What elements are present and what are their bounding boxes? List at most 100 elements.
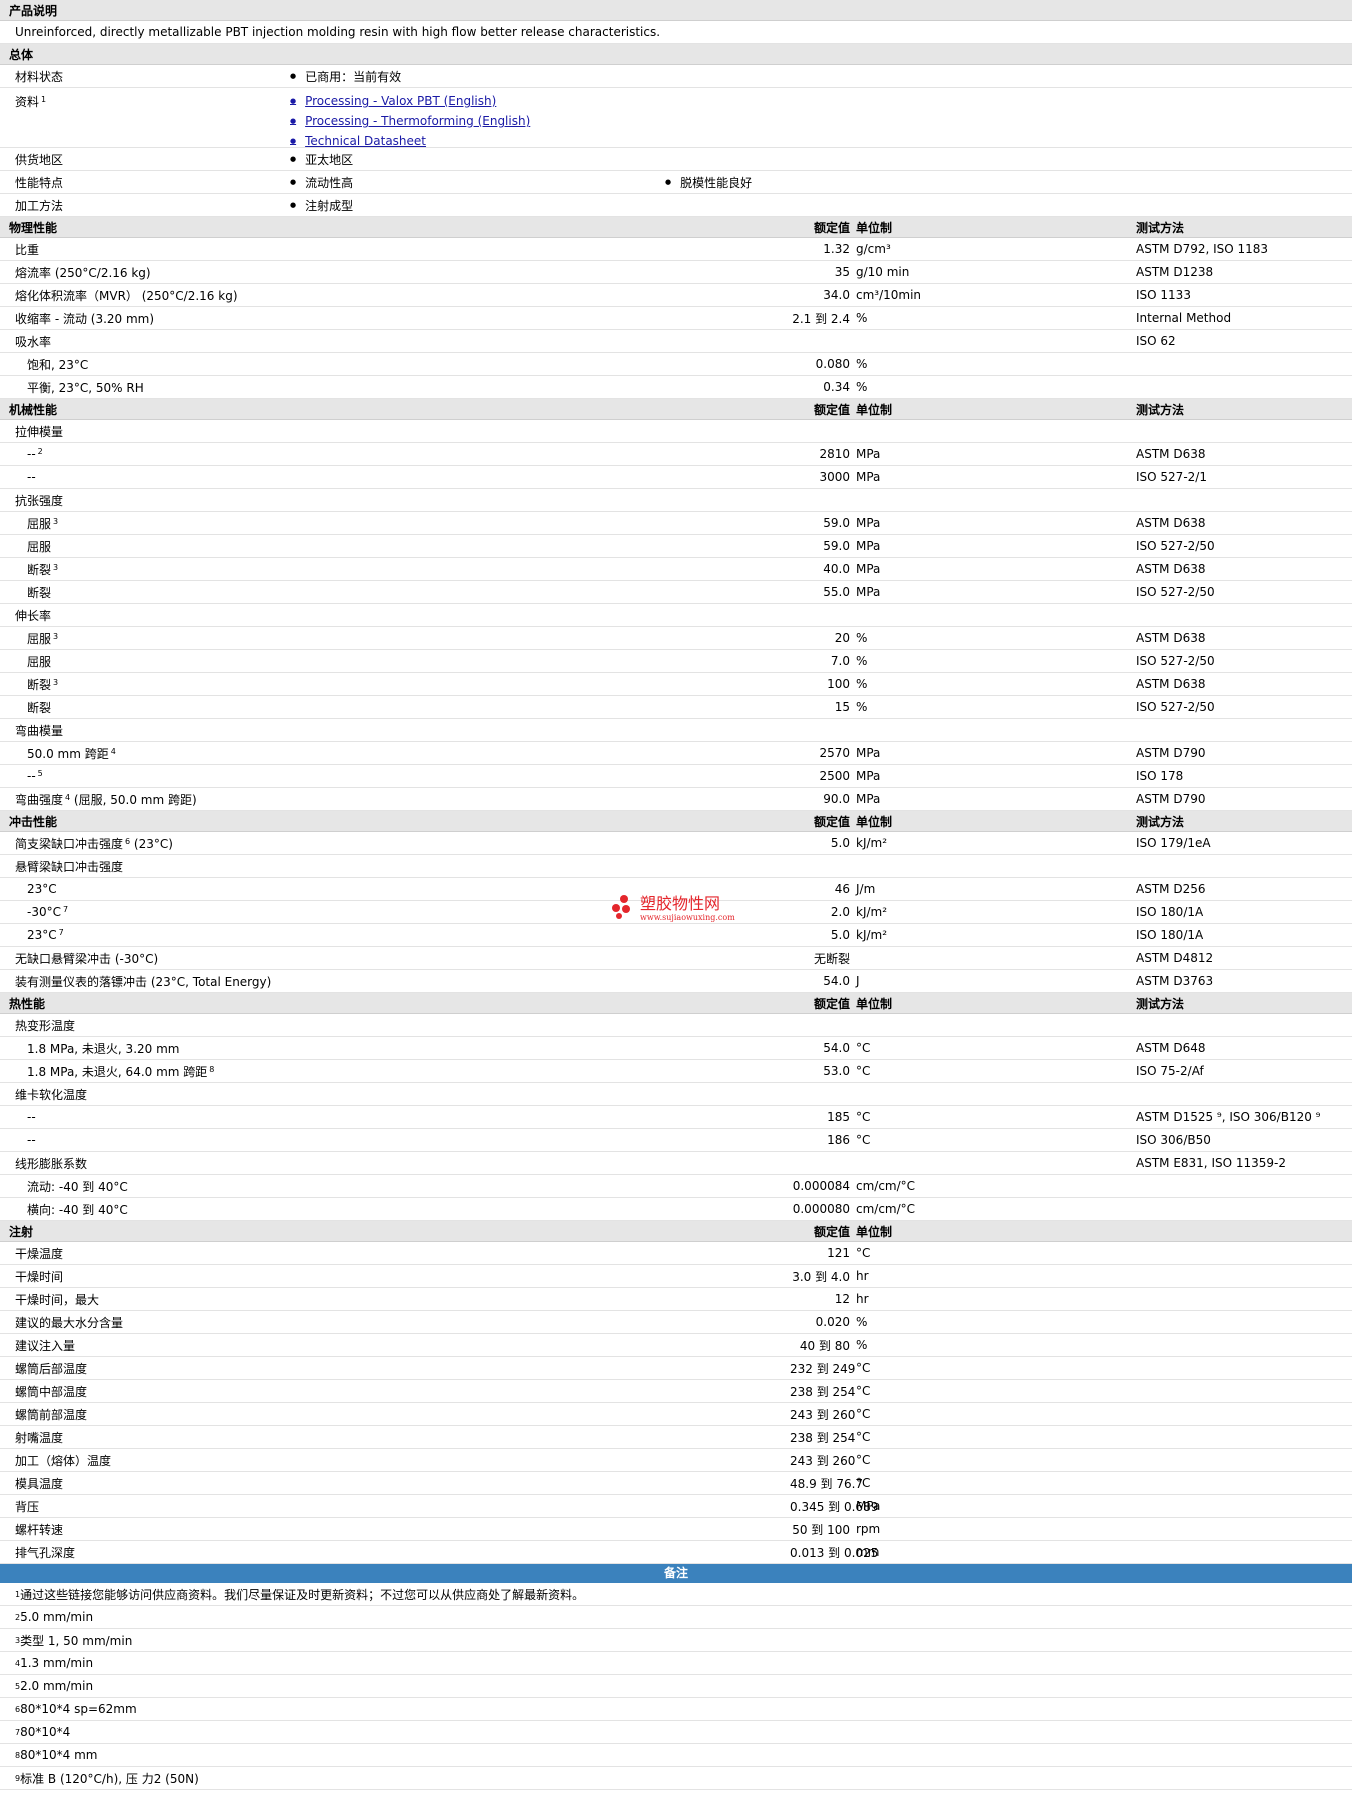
property-name: 收缩率 - 流动 (3.20 mm) — [15, 311, 155, 326]
note-text: 通过这些链接您能够访问供应商资料。我们尽量保证及时更新资料；不过您可以从供应商处… — [20, 1587, 585, 1602]
footnote-ref: 7 — [58, 928, 64, 937]
note-text: 80*10*4 sp=62mm — [20, 1702, 137, 1716]
property-value: 59.0 — [823, 516, 850, 530]
property-unit: % — [856, 677, 868, 691]
section-header-general: 总体 — [0, 44, 1352, 65]
property-row: 屈服 3 20% ASTM D638 — [0, 627, 1352, 650]
property-unit: kJ/m² — [856, 836, 888, 850]
property-name: 1.8 MPa, 未退火, 64.0 mm 跨距 8 — [27, 1064, 215, 1079]
property-name: 熔化体积流率（MVR） (250°C/2.16 kg) — [15, 288, 238, 303]
property-unit: % — [856, 700, 868, 714]
section-header: 冲击性能 额定值 单位制 测试方法 — [0, 811, 1352, 832]
property-unit: hr — [856, 1269, 869, 1283]
property-value: 185 — [827, 1110, 850, 1124]
general-value: 注射成型 — [290, 197, 353, 214]
section-title: 热性能 — [9, 996, 46, 1011]
footnote-ref: 2 — [37, 447, 43, 456]
section-title: 机械性能 — [9, 402, 58, 417]
general-label: 供货地区 — [15, 152, 64, 167]
property-value: 0.000080 — [792, 1202, 850, 1216]
property-name: 建议的最大水分含量 — [15, 1315, 124, 1330]
column-header-nominal: 额定值 — [813, 220, 850, 235]
link-processing-valox[interactable]: Processing - Valox PBT (English) — [290, 91, 530, 111]
property-row: 加工（熔体）温度 243 到 260 °C — [0, 1449, 1352, 1472]
property-row: -- 186 °C ISO 306/B50 — [0, 1129, 1352, 1152]
general-row-status: 材料状态 已商用：当前有效 — [0, 65, 1352, 88]
property-unit: g/cm³ — [856, 242, 891, 256]
property-row: 干燥温度 121 °C — [0, 1242, 1352, 1265]
property-value: 40 到 80 — [799, 1338, 850, 1353]
property-row: 螺杆转速 50 到 100 rpm — [0, 1518, 1352, 1541]
property-row: 拉伸模量 — [0, 420, 1352, 443]
property-value: 2.1 到 2.4 — [792, 311, 850, 326]
property-value: 34.0 — [823, 288, 850, 302]
property-name: 线形膨胀系数 — [15, 1156, 88, 1171]
property-unit: °C — [856, 1110, 871, 1124]
column-header-unit: 单位制 — [856, 814, 893, 829]
property-unit: % — [856, 654, 868, 668]
property-name: 排气孔深度 — [15, 1545, 76, 1560]
property-name: 热变形温度 — [15, 1018, 76, 1033]
property-row: 平衡, 23°C, 50% RH 0.34% — [0, 376, 1352, 399]
property-row: 弯曲强度 4 (屈服, 50.0 mm 跨距) 90.0 MPa ASTM D790 — [0, 788, 1352, 811]
property-value: 238 到 254 — [790, 1384, 856, 1399]
property-name: 干燥时间，最大 — [15, 1292, 100, 1307]
property-test-method: ASTM D256 — [1136, 882, 1206, 896]
property-unit: °C — [856, 1384, 871, 1398]
property-row: 伸长率 — [0, 604, 1352, 627]
property-test-method: ASTM D638 — [1136, 677, 1206, 691]
property-row: -- 5 2500 MPa ISO 178 — [0, 765, 1352, 788]
property-unit: hr — [856, 1292, 869, 1306]
property-row: 无缺口悬臂梁冲击 (-30°C) 无断裂 ASTM D4812 — [0, 947, 1352, 970]
property-name: 比重 — [15, 242, 40, 257]
property-test-method: ASTM D4812 — [1136, 951, 1214, 965]
link-processing-thermoforming[interactable]: Processing - Thermoforming (English) — [290, 111, 530, 131]
property-unit: °C — [856, 1361, 871, 1375]
property-test-method: ISO 527-2/50 — [1136, 700, 1215, 714]
note-text: 80*10*4 — [20, 1725, 71, 1739]
property-name: 螺筒中部温度 — [15, 1384, 88, 1399]
section-header: 物理性能 额定值 单位制 测试方法 — [0, 217, 1352, 238]
general-label: 加工方法 — [15, 198, 64, 213]
property-row: 抗张强度 — [0, 489, 1352, 512]
note-text: 2.0 mm/min — [20, 1679, 94, 1693]
property-value: 2.0 — [830, 905, 850, 919]
property-test-method: ASTM D1525 ⁹, ISO 306/B120 ⁹ — [1136, 1110, 1321, 1124]
property-value: 7.0 — [830, 654, 850, 668]
property-row: -- 3000 MPa ISO 527-2/1 — [0, 466, 1352, 489]
property-test-method: ASTM D638 — [1136, 562, 1206, 576]
property-name: 螺筒后部温度 — [15, 1361, 88, 1376]
property-row: 模具温度 48.9 到 76.7 °C — [0, 1472, 1352, 1495]
property-name: 装有测量仪表的落镖冲击 (23°C, Total Energy) — [15, 974, 272, 989]
property-test-method: ASTM D790 — [1136, 746, 1206, 760]
notes-list: 1 通过这些链接您能够访问供应商资料。我们尽量保证及时更新资料；不过您可以从供应… — [0, 1583, 1352, 1790]
property-unit: MPa — [856, 516, 881, 530]
property-test-method: ISO 527-2/50 — [1136, 539, 1215, 553]
property-name: 弯曲强度 4 (屈服, 50.0 mm 跨距) — [15, 792, 197, 807]
property-name: 断裂 3 — [27, 677, 59, 692]
property-unit: MPa — [856, 1499, 881, 1513]
footnote-ref: 7 — [62, 905, 69, 914]
section-header: 机械性能 额定值 单位制 测试方法 — [0, 399, 1352, 420]
property-name: 屈服 — [27, 654, 52, 669]
property-test-method: ASTM D792, ISO 1183 — [1136, 242, 1269, 256]
column-header-nominal: 额定值 — [813, 1224, 850, 1239]
property-name: 熔流率 (250°C/2.16 kg) — [15, 265, 151, 280]
property-name: 断裂 3 — [27, 562, 59, 577]
property-name: 吸水率 — [15, 334, 52, 349]
section-header: 注射 额定值 单位制 — [0, 1221, 1352, 1242]
property-unit: MPa — [856, 746, 881, 760]
property-name: 伸长率 — [15, 608, 52, 623]
property-unit: J/m — [856, 882, 876, 896]
property-name: 屈服 — [27, 539, 52, 554]
column-header-nominal: 额定值 — [813, 402, 850, 417]
link-technical-datasheet[interactable]: Technical Datasheet — [290, 131, 530, 151]
property-unit: mm — [856, 1545, 880, 1559]
property-value: 0.345 到 0.689 — [790, 1499, 879, 1514]
note-item: 1 通过这些链接您能够访问供应商资料。我们尽量保证及时更新资料；不过您可以从供应… — [0, 1583, 1352, 1606]
property-row: 悬臂梁缺口冲击强度 — [0, 855, 1352, 878]
property-row: 50.0 mm 跨距 4 2570 MPa ASTM D790 — [0, 742, 1352, 765]
property-unit: % — [856, 311, 868, 325]
property-unit: MPa — [856, 769, 881, 783]
property-row: 流动: -40 到 40°C 0.000084 cm/cm/°C — [0, 1175, 1352, 1198]
